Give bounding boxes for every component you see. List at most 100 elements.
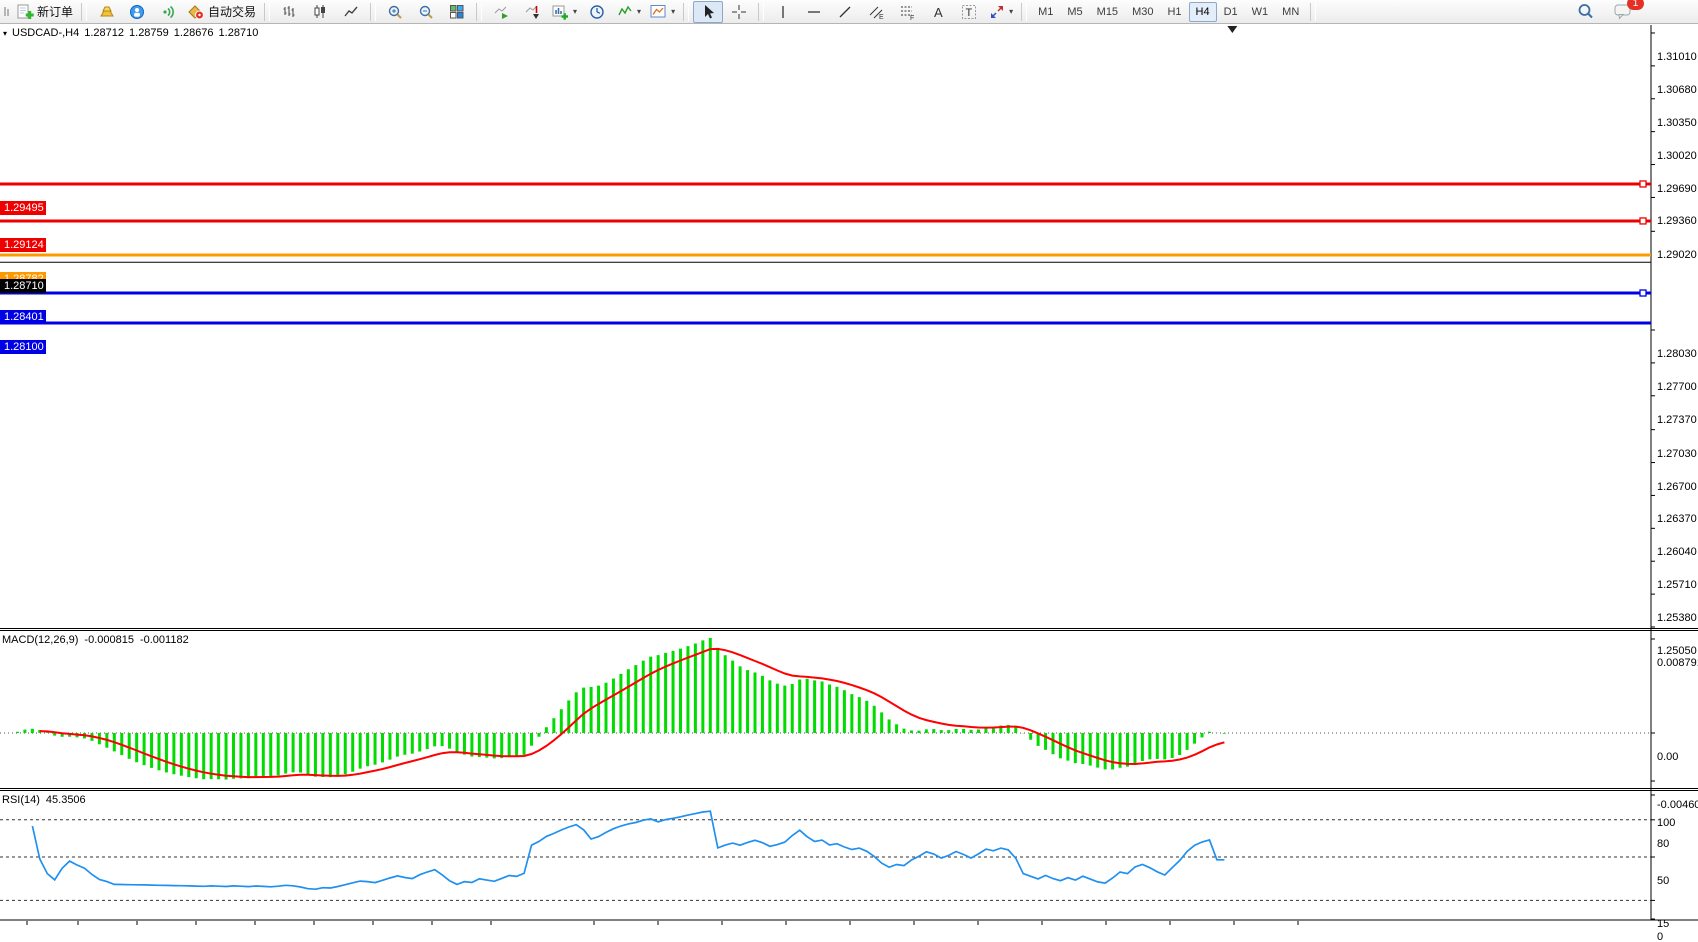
clipped-toolbar-button[interactable] [2,1,12,23]
zoom-in-button[interactable] [380,1,410,23]
arrow-objects-button[interactable]: ▾ [985,1,1017,23]
timeframe-m30[interactable]: M30 [1125,2,1160,22]
autotrading-label: 自动交易 [208,3,256,20]
line-handle-marker[interactable] [1640,218,1646,224]
horizontal-line-tool-button[interactable] [799,1,829,23]
price-tick-label: 1.26370 [1657,512,1697,526]
price-tick-label: 1.25380 [1657,611,1697,625]
chart-template-icon [650,4,667,19]
rsi-axis-label: 100 [1657,816,1675,830]
chat-button[interactable]: 1 [1608,1,1638,23]
timeframe-h4[interactable]: H4 [1189,2,1217,22]
timeframe-h1[interactable]: H1 [1160,2,1188,22]
period-clock-button[interactable] [582,1,612,23]
zoom-in-icon [387,4,403,20]
open-value: 1.28712 [84,27,124,39]
timeframe-w1[interactable]: W1 [1245,2,1276,22]
price-tick-label: 1.29360 [1657,214,1697,228]
zoom-out-button[interactable] [411,1,441,23]
cursor-icon [701,4,716,20]
signals-button[interactable] [153,1,183,23]
timeframe-m15[interactable]: M15 [1090,2,1125,22]
svg-text:E: E [879,14,884,20]
timeframe-toolbar: M1M5M15M30H1H4D1W1MN [1031,2,1306,22]
text-label-tool-button[interactable]: T [954,1,984,23]
chart-shift-marker[interactable] [1227,26,1237,33]
tile-windows-icon [449,4,465,19]
chart-area[interactable]: ▾USDCAD-,H41.287121.287591.286761.28710 … [0,24,1698,942]
symbol-period: USDCAD-,H4 [12,27,79,39]
signals-icon [160,4,176,20]
toolbar: 新订单 自动交易 [0,0,1698,24]
chevron-down-icon: ▾ [573,7,577,16]
candlestick-chart-icon [312,4,328,19]
tile-windows-button[interactable] [442,1,472,23]
equidistant-channel-tool-button[interactable]: E [861,1,891,23]
price-level-badge: 1.28401 [0,310,46,324]
timeframe-m1[interactable]: M1 [1031,2,1060,22]
chart-shift-button[interactable] [517,1,547,23]
timeframe-mn[interactable]: MN [1275,2,1306,22]
timeframe-d1[interactable]: D1 [1217,2,1245,22]
price-tick-label: 1.28030 [1657,347,1697,361]
line-handle-marker[interactable] [1640,181,1646,187]
timeframe-m5[interactable]: M5 [1060,2,1089,22]
chart-template-button[interactable]: ▾ [646,1,679,23]
close-value: 1.28710 [219,27,259,39]
price-tick-label: 1.31010 [1657,50,1697,64]
toolbar-separator [1021,3,1027,21]
rsi-value: 45.3506 [46,794,86,806]
candlestick-chart-button[interactable] [305,1,335,23]
equidistant-channel-icon: E [868,4,885,20]
price-tick-label: 1.30680 [1657,83,1697,97]
svg-text:A: A [934,5,943,20]
price-tick-label: 1.27030 [1657,447,1697,461]
search-button[interactable] [1570,1,1600,23]
bar-chart-button[interactable] [274,1,304,23]
price-tick-label: 1.25710 [1657,578,1697,592]
chart-canvas[interactable] [0,24,1698,942]
deposit-gold-icon [98,4,115,19]
vertical-line-tool-button[interactable] [768,1,798,23]
line-chart-button[interactable] [336,1,366,23]
price-tick-label: 1.27700 [1657,380,1697,394]
vertical-line-icon [776,4,790,20]
fibonacci-tool-button[interactable]: F [892,1,922,23]
macd-histogram [17,638,1224,780]
macd-main-value: -0.000815 [84,634,134,646]
price-tick-label: 1.30020 [1657,149,1697,163]
indicator-list-icon [617,4,633,19]
price-tick-label: 1.29020 [1657,248,1697,262]
autotrading-icon [188,4,205,20]
text-icon: A [931,4,945,20]
bar-chart-icon [281,4,297,19]
toolbar-separator [264,3,270,21]
macd-name: MACD(12,26,9) [2,634,78,646]
deposit-button[interactable] [91,1,121,23]
line-handle-marker[interactable] [1640,290,1646,296]
crosshair-icon [731,4,747,20]
low-value: 1.28676 [174,27,214,39]
text-tool-button[interactable]: A [923,1,953,23]
indicator-list-button[interactable]: ▾ [613,1,645,23]
trendline-tool-button[interactable] [830,1,860,23]
notification-badge: 1 [1627,0,1644,10]
price-tick-label: 1.29690 [1657,182,1697,196]
cursor-tool-button[interactable] [693,1,723,23]
community-button[interactable] [122,1,152,23]
macd-axis-label: -0.004601 [1657,798,1698,812]
macd-label: MACD(12,26,9)-0.000815-0.001182 [2,634,195,646]
rsi-line [32,811,1224,889]
rsi-label: RSI(14)45.3506 [2,794,92,806]
crosshair-tool-button[interactable] [724,1,754,23]
one-click-trading-arrow-icon[interactable]: ▾ [3,29,7,38]
price-level-badge: 1.29124 [0,238,46,252]
chevron-down-icon: ▾ [1009,7,1013,16]
auto-scroll-button[interactable] [486,1,516,23]
price-tick-label: 1.30350 [1657,116,1697,130]
new-order-button[interactable]: 新订单 [13,1,77,23]
autotrading-button[interactable]: 自动交易 [184,1,260,23]
new-chart-button[interactable]: ▾ [548,1,581,23]
ohlc-title: ▾USDCAD-,H41.287121.287591.286761.28710 [3,27,263,39]
current-price-badge: 1.28710 [0,279,46,293]
